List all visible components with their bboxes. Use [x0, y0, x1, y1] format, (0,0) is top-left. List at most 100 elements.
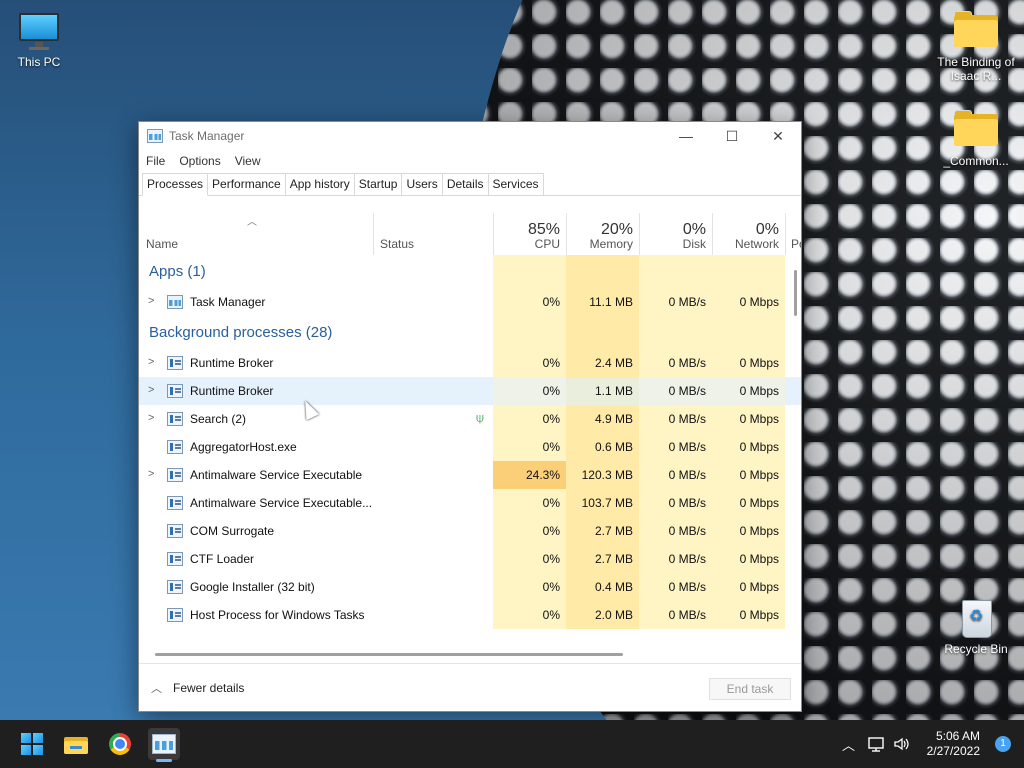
disk-cell: 0 MB/s	[639, 461, 712, 489]
memory-cell: 4.9 MB	[566, 405, 639, 433]
menu-view[interactable]: View	[235, 154, 261, 168]
process-row[interactable]: AggregatorHost.exe 0% 0.6 MB 0 MB/s 0 Mbps	[139, 433, 801, 461]
process-row[interactable]: > Search (2) ⍦ 0% 4.9 MB 0 MB/s 0 Mbps	[139, 405, 801, 433]
tab-app-history[interactable]: App history	[284, 173, 355, 195]
column-power[interactable]: Po	[785, 213, 801, 255]
desktop-icon-label: This PC	[17, 55, 61, 69]
disk-cell: 0 MB/s	[639, 433, 712, 461]
task-manager-icon	[152, 734, 176, 754]
tab-processes[interactable]: Processes	[142, 173, 209, 196]
cpu-cell: 0%	[493, 377, 566, 405]
process-row[interactable]: Google Installer (32 bit) 0% 0.4 MB 0 MB/s 0…	[139, 573, 801, 601]
desktop-icon-isaac-folder[interactable]: The Binding of Isaac R...	[932, 11, 1020, 83]
column-divider[interactable]	[566, 213, 567, 255]
column-status[interactable]: Status	[373, 213, 493, 255]
horizontal-scrollbar[interactable]	[155, 653, 623, 656]
recycle-bin-icon: ♻	[954, 598, 998, 638]
task-manager-taskbar-button[interactable]	[148, 728, 180, 762]
process-row[interactable]: CTF Loader 0% 2.7 MB 0 MB/s 0 Mbps	[139, 545, 801, 573]
volume-icon	[894, 737, 909, 751]
desktop-icon-label: Recycle Bin	[944, 642, 1008, 656]
disk-cell: 0 MB/s	[639, 288, 712, 316]
system-clock[interactable]: 5:06 AM 2/27/2022	[927, 729, 980, 759]
volume-control[interactable]	[893, 720, 911, 768]
clock-time: 5:06 AM	[935, 729, 980, 743]
column-cpu[interactable]: 85% CPU	[493, 213, 566, 255]
disk-cell: 0 MB/s	[639, 573, 712, 601]
desktop-icon-recycle-bin[interactable]: ♻ Recycle Bin	[932, 598, 1020, 656]
process-name: Runtime Broker	[190, 356, 274, 370]
expand-chevron-icon[interactable]: >	[148, 295, 154, 307]
column-network[interactable]: 0% Network	[712, 213, 785, 255]
process-icon	[167, 295, 183, 309]
vertical-scrollbar[interactable]	[794, 270, 797, 316]
process-name: Search (2)	[190, 412, 247, 426]
memory-cell: 0.6 MB	[566, 433, 639, 461]
column-name[interactable]: Name	[139, 213, 373, 255]
start-button[interactable]	[16, 728, 48, 760]
fewer-details-button[interactable]: ︿ Fewer details	[151, 680, 244, 696]
start-icon	[21, 733, 43, 755]
chrome-icon	[109, 733, 131, 755]
network-cell: 0 Mbps	[712, 601, 785, 629]
column-divider[interactable]	[639, 213, 640, 255]
cpu-cell: 0%	[493, 545, 566, 573]
column-divider[interactable]	[785, 213, 786, 255]
column-disk[interactable]: 0% Disk	[639, 213, 712, 255]
process-icon	[167, 440, 183, 454]
process-row[interactable]: Antimalware Service Executable... 0% 103.7…	[139, 489, 801, 517]
minimize-button[interactable]: —	[663, 122, 709, 150]
desktop-icon-common-folder[interactable]: _Common...	[932, 110, 1020, 168]
network-cell: 0 Mbps	[712, 288, 785, 316]
close-button[interactable]: ✕	[755, 122, 801, 150]
process-icon	[167, 384, 183, 398]
expand-chevron-icon[interactable]: >	[148, 384, 154, 396]
memory-cell: 0.4 MB	[566, 573, 639, 601]
process-row[interactable]: > Antimalware Service Executable 24.3% 120.…	[139, 461, 801, 489]
menu-file[interactable]: File	[146, 154, 165, 168]
column-divider[interactable]	[373, 213, 374, 255]
notification-badge[interactable]: 1	[995, 736, 1011, 752]
tab-details[interactable]: Details	[441, 173, 489, 195]
process-name: Host Process for Windows Tasks	[190, 608, 365, 622]
expand-chevron-icon[interactable]: >	[148, 412, 154, 424]
cpu-cell: 0%	[493, 405, 566, 433]
process-row[interactable]: COM Surrogate 0% 2.7 MB 0 MB/s 0 Mbps	[139, 517, 801, 545]
menu-options[interactable]: Options	[179, 154, 220, 168]
network-cell: 0 Mbps	[712, 489, 785, 517]
network-cell: 0 Mbps	[712, 349, 785, 377]
process-row[interactable]: Host Process for Windows Tasks 0% 2.0 MB 0 …	[139, 601, 801, 629]
column-header: ︿ Name Status 85% CPU 20% Memory 0% Disk…	[139, 213, 801, 255]
desktop-icon-label: _Common...	[943, 154, 1009, 168]
column-memory[interactable]: 20% Memory	[566, 213, 639, 255]
network-status[interactable]	[868, 720, 886, 768]
file-explorer-button[interactable]	[60, 728, 92, 760]
expand-chevron-icon[interactable]: >	[148, 356, 154, 368]
tab-startup[interactable]: Startup	[353, 173, 403, 195]
cpu-cell: 0%	[493, 288, 566, 316]
network-cell: 0 Mbps	[712, 461, 785, 489]
column-divider[interactable]	[712, 213, 713, 255]
tab-users[interactable]: Users	[401, 173, 443, 195]
chevron-up-icon: ︿	[151, 683, 162, 695]
process-row[interactable]: > Runtime Broker 0% 2.4 MB 0 MB/s 0 Mbps	[139, 349, 801, 377]
process-name: Task Manager	[190, 295, 266, 309]
tab-performance[interactable]: Performance	[207, 173, 286, 195]
process-row[interactable]: > Runtime Broker 0% 1.1 MB 0 MB/s 0 Mbps	[139, 377, 801, 405]
show-hidden-icons-button[interactable]: ︿	[842, 720, 855, 768]
folder-icon	[954, 110, 998, 150]
column-divider[interactable]	[493, 213, 494, 255]
group-label: Apps (1)	[149, 263, 206, 280]
title-bar[interactable]: Task Manager — ☐ ✕	[139, 122, 801, 150]
memory-cell: 2.4 MB	[566, 349, 639, 377]
tab-services[interactable]: Services	[487, 173, 544, 195]
expand-chevron-icon[interactable]: >	[148, 468, 154, 480]
chrome-button[interactable]	[104, 728, 136, 760]
network-cell: 0 Mbps	[712, 405, 785, 433]
end-task-button[interactable]: End task	[709, 678, 791, 700]
maximize-button[interactable]: ☐	[709, 122, 755, 150]
cpu-cell: 0%	[493, 349, 566, 377]
process-row[interactable]: > Task Manager 0% 11.1 MB 0 MB/s 0 Mbps	[139, 288, 801, 316]
desktop-icon-this-pc[interactable]: This PC	[0, 11, 81, 69]
disk-cell: 0 MB/s	[639, 545, 712, 573]
